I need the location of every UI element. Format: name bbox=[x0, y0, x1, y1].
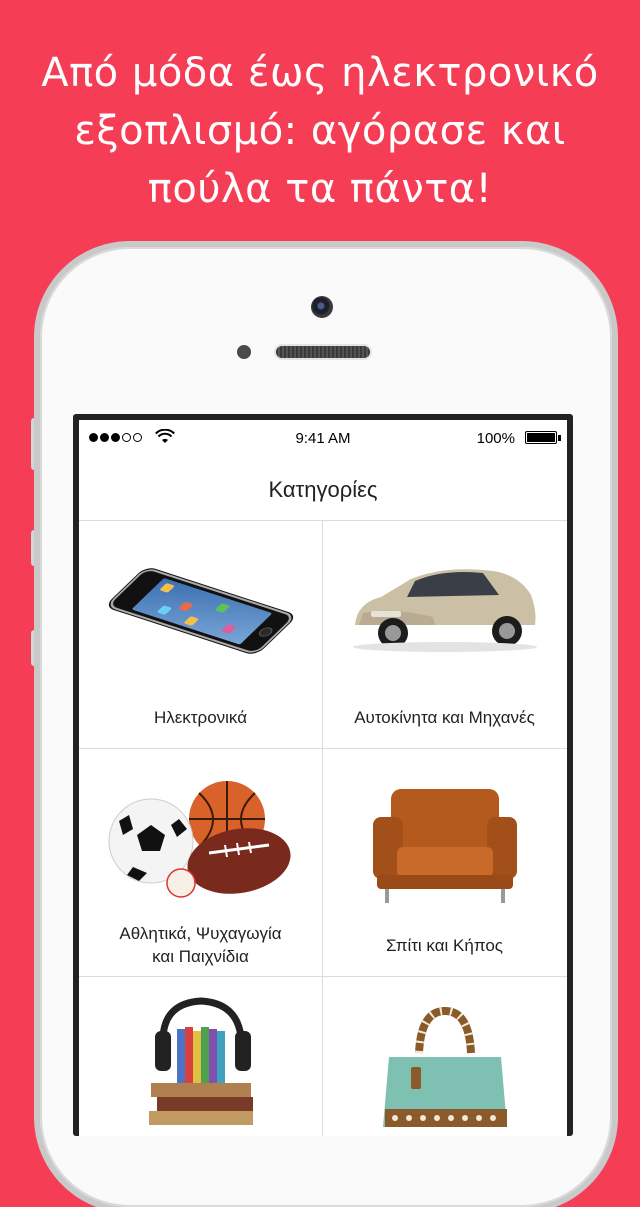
category-electronics[interactable]: Ηλεκτρονικά bbox=[79, 521, 323, 749]
category-label: Αυτοκίνητα και Μηχανές bbox=[354, 708, 535, 727]
armchair-image bbox=[373, 789, 517, 903]
volume-down-button bbox=[31, 630, 39, 666]
category-cars-motorbikes[interactable]: Αυτοκίνητα και Μηχανές bbox=[323, 521, 567, 749]
sports-balls-image bbox=[108, 781, 291, 898]
earpiece-speaker bbox=[276, 346, 370, 358]
handbag-image bbox=[383, 1006, 507, 1127]
headline-line-2: εξοπλισμό: αγόρασε και bbox=[74, 108, 566, 154]
category-home-garden[interactable]: Σπίτι και Κήπος bbox=[323, 749, 567, 977]
volume-up-button bbox=[31, 530, 39, 566]
category-fashion[interactable] bbox=[323, 977, 567, 1136]
page-title: Κατηγορίες bbox=[268, 477, 378, 502]
app-screen: 9:41 AM 100% Κατηγορίες Ηλεκτρονικά Αυτο… bbox=[79, 420, 567, 1136]
mute-switch bbox=[31, 418, 39, 470]
category-label-line-2: και Παιχνίδια bbox=[152, 947, 249, 966]
category-label: Σπίτι και Κήπος bbox=[386, 936, 503, 955]
battery-percent: 100% bbox=[476, 430, 515, 447]
battery-icon bbox=[525, 431, 557, 444]
headline-line-1: Από μόδα έως ηλεκτρονικό bbox=[41, 50, 599, 96]
category-label: Ηλεκτρονικά bbox=[153, 708, 248, 727]
category-grid: Ηλεκτρονικά Αυτοκίνητα και Μηχανές Αθλητ… bbox=[79, 521, 567, 1136]
promo-headline: Από μόδα έως ηλεκτρονικό εξοπλισμό: αγόρ… bbox=[0, 44, 640, 218]
smartphone-image bbox=[108, 568, 294, 654]
front-camera bbox=[311, 296, 333, 318]
battery-tip bbox=[558, 435, 561, 441]
nav-bar: Κατηγορίες bbox=[79, 460, 567, 521]
headline-line-3: πούλα τα πάντα! bbox=[147, 166, 493, 212]
category-sports-entertainment-toys[interactable]: Αθλητικά, Ψυχαγωγία και Παιχνίδια bbox=[79, 749, 323, 977]
category-label-line-1: Αθλητικά, Ψυχαγωγία bbox=[119, 924, 282, 943]
category-label: Αθλητικά, Ψυχαγωγία και Παιχνίδια bbox=[79, 922, 322, 968]
phone-screen: 9:41 AM 100% Κατηγορίες Ηλεκτρονικά Αυτο… bbox=[73, 414, 573, 1136]
category-music-books[interactable] bbox=[79, 977, 323, 1136]
music-books-image bbox=[149, 997, 253, 1125]
proximity-sensor bbox=[237, 345, 251, 359]
car-image bbox=[353, 569, 537, 652]
status-bar: 9:41 AM 100% bbox=[79, 420, 567, 460]
